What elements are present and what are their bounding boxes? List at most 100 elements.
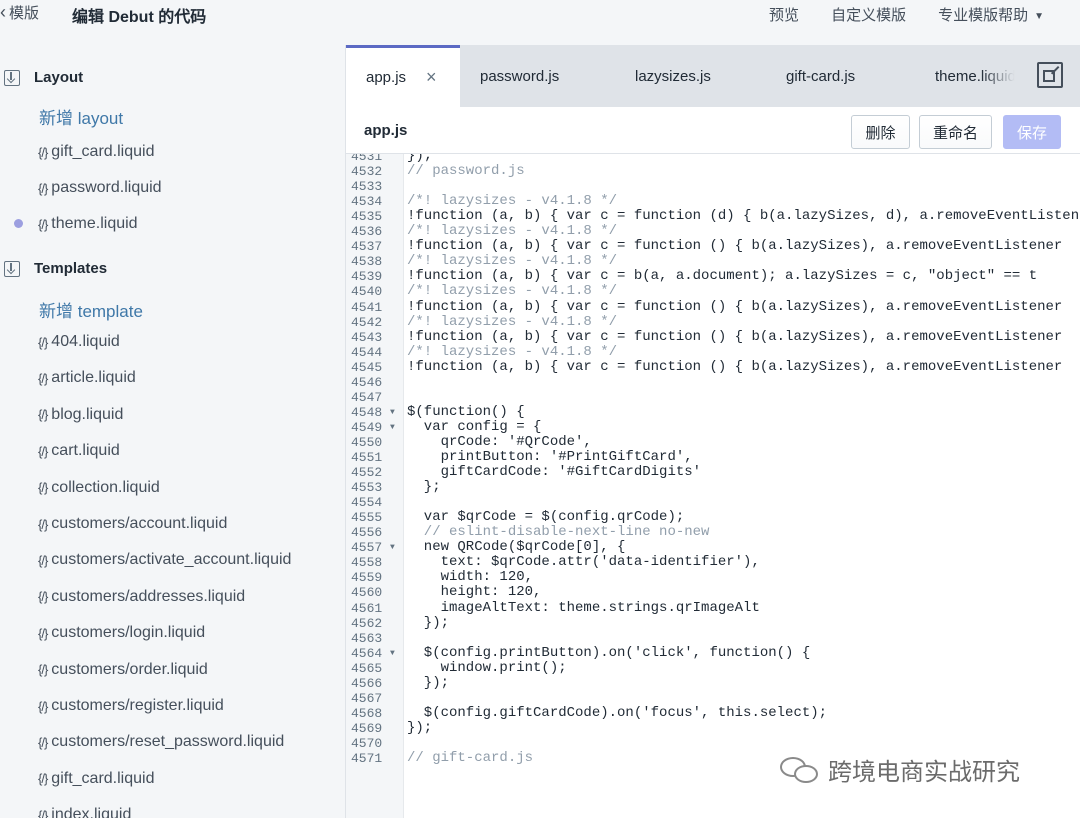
sidebar-file-item[interactable]: {/} customers/login.liquid bbox=[38, 624, 205, 642]
top-actions: 预览 自定义模版 专业模版帮助 ▼ bbox=[769, 4, 1044, 25]
line-number: 4552 bbox=[351, 465, 383, 481]
sidebar-file-item[interactable]: {/} cart.liquid bbox=[38, 442, 120, 460]
code-line: 4549 ▼ var config = { bbox=[346, 419, 1080, 435]
fold-arrow-icon[interactable]: ▼ bbox=[390, 540, 395, 555]
code-line: 4563 bbox=[346, 631, 1080, 646]
code-line: 4560 height: 120, bbox=[346, 585, 1080, 601]
code-line: 4532 // password.js bbox=[346, 163, 1080, 180]
line-number: 4556 bbox=[351, 525, 383, 541]
tab-lazysizes-js[interactable]: lazysizes.js bbox=[635, 45, 711, 107]
sidebar-file-item[interactable]: {/} theme.liquid bbox=[38, 215, 138, 233]
file-sidebar: Layout 新增 layout {/} gift_card.liquid {/} p… bbox=[0, 45, 345, 818]
sidebar-file-item[interactable]: {/} customers/addresses.liquid bbox=[38, 588, 245, 606]
sidebar-file-item[interactable]: {/} 404.liquid bbox=[38, 333, 120, 351]
file-label: blog.liquid bbox=[51, 405, 124, 423]
code-file-icon: {/} bbox=[38, 625, 48, 641]
code-text: /*! lazysizes - v4.1.8 */ bbox=[407, 313, 618, 330]
line-number: 4546 bbox=[351, 374, 383, 390]
add-template-link[interactable]: 新增 template bbox=[39, 297, 143, 322]
sidebar-file-item[interactable]: {/} customers/activate_account.liquid bbox=[38, 551, 291, 569]
code-line: 4565 window.print(); bbox=[346, 660, 1080, 676]
code-text: // password.js bbox=[407, 163, 525, 180]
line-number: 4537 bbox=[351, 239, 383, 255]
code-text: !function (a, b) { var c = function (d) … bbox=[407, 208, 1080, 225]
code-line: 4555 var $qrCode = $(config.qrCode); bbox=[346, 510, 1080, 526]
tab-app-js[interactable]: app.js × bbox=[346, 45, 460, 107]
expand-icon[interactable] bbox=[1037, 62, 1063, 88]
fold-arrow-icon[interactable]: ▼ bbox=[390, 646, 395, 661]
line-number: 4543 bbox=[351, 329, 383, 345]
sidebar-file-item[interactable]: {/} article.liquid bbox=[38, 369, 136, 387]
code-text: }); bbox=[407, 674, 450, 691]
file-label: password.liquid bbox=[51, 179, 162, 196]
sidebar-file-item[interactable]: {/} customers/order.liquid bbox=[38, 661, 208, 679]
tab-theme-liquid[interactable]: theme.liquid bbox=[935, 45, 1019, 107]
rename-button[interactable]: 重命名 bbox=[919, 115, 992, 149]
watermark-text: 跨境电商实战研究 bbox=[828, 759, 1020, 786]
save-button[interactable]: 保存 bbox=[1003, 115, 1061, 149]
line-number: 4544 bbox=[351, 344, 383, 360]
delete-button[interactable]: 删除 bbox=[851, 115, 910, 149]
tab-gift-card-js[interactable]: gift-card.js bbox=[786, 45, 855, 107]
line-number: 4559 bbox=[351, 570, 383, 586]
add-layout-link[interactable]: 新增 layout bbox=[39, 104, 123, 129]
code-text: !function (a, b) { var c = function () {… bbox=[407, 298, 1063, 315]
code-file-icon: {/} bbox=[38, 480, 48, 496]
code-file-icon: {/} bbox=[38, 771, 48, 787]
code-line: 4570 bbox=[346, 736, 1080, 751]
code-line: 4558 text: $qrCode.attr('data-identifier… bbox=[346, 554, 1080, 571]
code-line: 4545 !function (a, b) { var c = function … bbox=[346, 358, 1080, 375]
line-number: 4571 bbox=[351, 751, 383, 766]
back-link[interactable]: ‹ 模版 bbox=[0, 2, 39, 23]
line-number: 4570 bbox=[351, 735, 383, 751]
sidebar-file-item[interactable]: {/} collection.liquid bbox=[38, 479, 160, 497]
customize-link[interactable]: 自定义模版 bbox=[831, 4, 906, 25]
code-area[interactable]: 4531}); 4532 // password.js 4533 4534 /*! laz… bbox=[346, 154, 1080, 818]
line-number: 4565 bbox=[351, 660, 383, 676]
code-text: !function (a, b) { var c = function () {… bbox=[407, 328, 1063, 345]
chevron-left-icon: ‹ bbox=[0, 2, 6, 22]
templates-section-header[interactable]: Templates bbox=[4, 260, 107, 277]
code-line: 4551 printButton: '#PrintGiftCard', bbox=[346, 450, 1080, 466]
sidebar-file-item[interactable]: {/} password.liquid bbox=[38, 179, 162, 197]
sidebar-file-item[interactable]: {/} index.liquid bbox=[38, 806, 131, 818]
tab-label: theme.liquid bbox=[935, 67, 1016, 85]
sidebar-file-item[interactable]: {/} customers/account.liquid bbox=[38, 515, 227, 533]
code-text: }); bbox=[407, 614, 450, 631]
code-line: 4539 !function (a, b) { var c = b(a, a.do… bbox=[346, 269, 1080, 285]
fold-arrow-icon[interactable]: ▼ bbox=[390, 420, 395, 435]
sidebar-file-item[interactable]: {/} gift_card.liquid bbox=[38, 143, 154, 161]
file-label: article.liquid bbox=[51, 369, 136, 387]
preview-link[interactable]: 预览 bbox=[769, 4, 799, 25]
code-text: text: $qrCode.attr('data-identifier'), bbox=[407, 554, 760, 571]
code-text: $(config.giftCardCode).on('focus', this.… bbox=[407, 704, 828, 721]
tab-password-js[interactable]: password.js bbox=[480, 45, 559, 107]
layout-section-header[interactable]: Layout bbox=[4, 69, 83, 86]
code-file-icon: {/} bbox=[38, 443, 48, 459]
sidebar-file-item[interactable]: {/} gift_card.liquid bbox=[38, 770, 154, 788]
templates-header-label: Templates bbox=[34, 260, 108, 277]
file-label: customers/register.liquid bbox=[51, 697, 224, 714]
code-file-icon: {/} bbox=[38, 334, 48, 350]
current-file-name: app.js bbox=[364, 122, 408, 139]
line-number: 4554 bbox=[351, 495, 383, 511]
file-label: gift_card.liquid bbox=[51, 769, 155, 787]
code-text: width: 120, bbox=[407, 569, 534, 586]
code-text: giftCardCode: '#GiftCardDigits' bbox=[407, 464, 702, 481]
code-line: 4554 bbox=[346, 495, 1080, 510]
sidebar-file-item[interactable]: {/} blog.liquid bbox=[38, 406, 123, 424]
code-line: 4567 bbox=[346, 691, 1080, 706]
code-text: /*! lazysizes - v4.1.8 */ bbox=[407, 193, 618, 210]
help-menu[interactable]: 专业模版帮助 ▼ bbox=[938, 4, 1044, 25]
line-number: 4547 bbox=[351, 389, 383, 405]
code-file-icon: {/} bbox=[38, 144, 48, 160]
sidebar-file-item[interactable]: {/} customers/register.liquid bbox=[38, 697, 224, 715]
code-line: 4542 /*! lazysizes - v4.1.8 */ bbox=[346, 313, 1080, 330]
close-icon[interactable]: × bbox=[426, 67, 437, 88]
caret-down-icon: ▼ bbox=[1034, 10, 1044, 22]
sidebar-file-item[interactable]: {/} customers/reset_password.liquid bbox=[38, 733, 284, 751]
code-text: /*! lazysizes - v4.1.8 */ bbox=[407, 253, 618, 270]
fold-arrow-icon[interactable]: ▼ bbox=[390, 405, 395, 420]
code-line: 4536 /*! lazysizes - v4.1.8 */ bbox=[346, 224, 1080, 240]
code-text: !function (a, b) { var c = function () {… bbox=[407, 358, 1063, 375]
